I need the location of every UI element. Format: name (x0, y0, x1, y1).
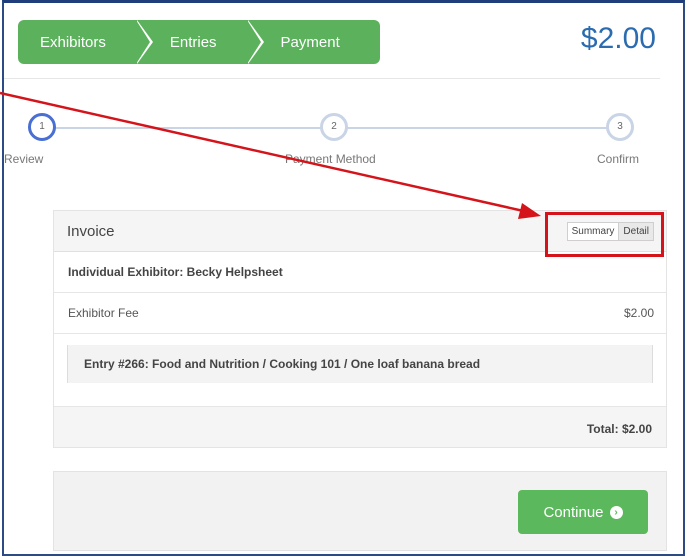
step-3-circle[interactable]: 3 (606, 113, 634, 141)
breadcrumb-payment[interactable]: Payment (246, 20, 380, 64)
breadcrumb-label: Exhibitors (40, 33, 106, 51)
breadcrumb-label: Entries (169, 33, 217, 51)
exhibitor-name: Individual Exhibitor: Becky Helpsheet (68, 265, 283, 279)
entry-item: Entry #266: Food and Nutrition / Cooking… (67, 345, 653, 383)
exhibitor-row: Individual Exhibitor: Becky Helpsheet (54, 252, 666, 293)
invoice-total: Total: $2.00 (586, 422, 652, 436)
step-2-label: Payment Method (285, 152, 376, 166)
step-3-label: Confirm (597, 152, 640, 166)
breadcrumb-label: Payment (280, 33, 340, 51)
progress-steps: 1 Review 2 Payment Method 3 Confirm (0, 96, 684, 176)
fee-amount: $2.00 (623, 306, 654, 320)
action-panel: Continue › (53, 471, 667, 551)
entry-section: Entry #266: Food and Nutrition / Cooking… (54, 334, 666, 407)
cart-amount: $2.00 (580, 22, 656, 55)
header-bar: Exhibitors Entries Payment $2.00 (4, 6, 660, 79)
fee-row: Exhibitor Fee $2.00 (54, 293, 666, 334)
step-1-label: Review (4, 152, 44, 166)
step-1-circle[interactable]: 1 (28, 113, 56, 141)
invoice-title: Invoice (67, 222, 115, 240)
breadcrumb: Exhibitors Entries Payment (18, 20, 380, 64)
continue-button[interactable]: Continue › (518, 490, 648, 534)
step-2-circle[interactable]: 2 (320, 113, 348, 141)
arrow-circle-right-icon: › (609, 505, 623, 519)
annotation-highlight-box (545, 212, 664, 257)
fee-label: Exhibitor Fee (68, 306, 139, 320)
breadcrumb-exhibitors[interactable]: Exhibitors (18, 20, 153, 64)
continue-label: Continue (543, 503, 604, 521)
